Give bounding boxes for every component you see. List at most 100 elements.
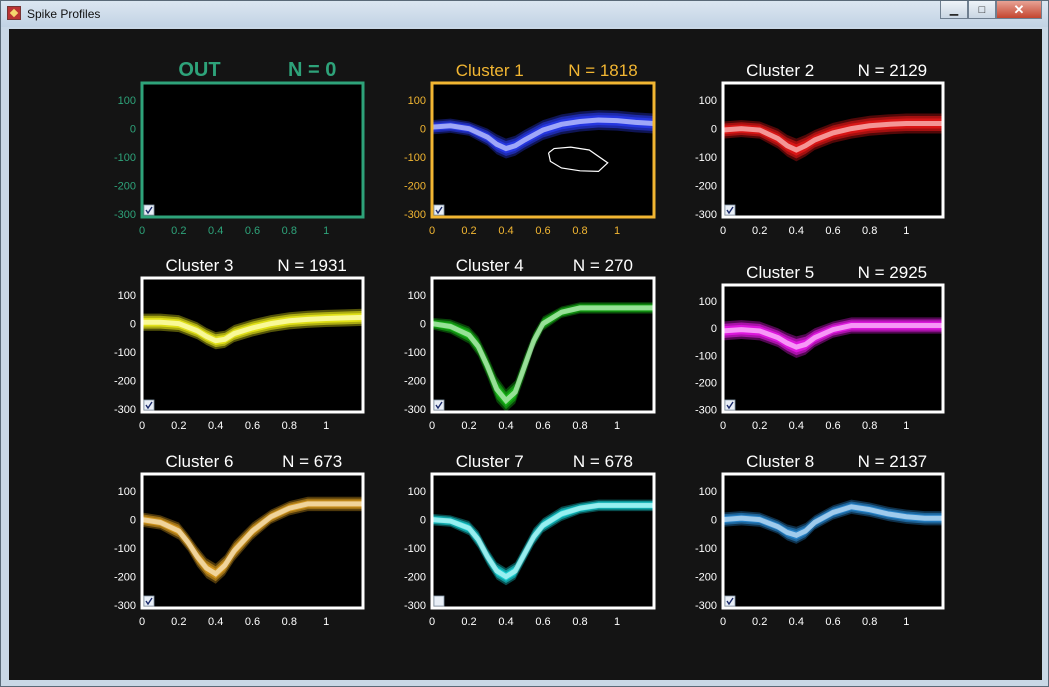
- axes-background[interactable]: [723, 285, 943, 412]
- x-tick-label: 0.8: [862, 420, 877, 432]
- y-tick-label: -100: [114, 152, 136, 164]
- visibility-checkbox[interactable]: [433, 204, 445, 216]
- cluster-count: N = 2925: [858, 263, 927, 282]
- y-tick-label: -100: [114, 347, 136, 359]
- x-tick-label: 0.8: [282, 225, 297, 237]
- y-tick-label: 100: [408, 290, 426, 302]
- y-tick-label: -300: [695, 209, 717, 221]
- y-tick-label: -300: [404, 209, 426, 221]
- cluster-title: Cluster 5: [746, 263, 814, 282]
- x-tick-label: 0.4: [208, 616, 223, 628]
- y-tick-label: 0: [130, 124, 136, 136]
- y-tick-label: 0: [130, 319, 136, 331]
- cluster-title: Cluster 2: [746, 61, 814, 80]
- y-tick-label: 100: [118, 486, 136, 498]
- title-bar[interactable]: Spike Profiles ▁ □ ✕: [1, 1, 1048, 27]
- x-tick-label: 0.2: [752, 616, 767, 628]
- cluster-title: Cluster 4: [456, 256, 524, 275]
- x-tick-label: 0.8: [862, 225, 877, 237]
- x-tick-label: 0.4: [208, 420, 223, 432]
- axes-background[interactable]: [432, 474, 654, 608]
- visibility-checkbox[interactable]: [724, 204, 736, 216]
- y-tick-label: -200: [114, 181, 136, 193]
- minimize-button[interactable]: ▁: [940, 1, 968, 19]
- y-tick-label: 100: [699, 296, 717, 308]
- cluster-panel: 1000-100-200-3000 0.2 0.4 0.6 0.8 1Cluster 1N…: [404, 61, 656, 237]
- y-tick-label: 0: [420, 124, 426, 136]
- x-tick-label: 1: [614, 616, 620, 628]
- app-window: Spike Profiles ▁ □ ✕ 100 0 -100 -200 -300 0 0.…: [0, 0, 1049, 687]
- y-tick-label: -200: [695, 377, 717, 389]
- cluster-count: N = 2137: [858, 452, 927, 471]
- window-controls: ▁ □ ✕: [940, 1, 1042, 21]
- cluster-panel: 1000-100-200-3000 0.2 0.4 0.6 0.8 1Cluster 8N…: [695, 452, 945, 628]
- axes-background[interactable]: [723, 474, 943, 608]
- visibility-checkbox[interactable]: [433, 595, 445, 607]
- axes-background[interactable]: [142, 474, 363, 608]
- x-tick-label: 0.4: [208, 225, 223, 237]
- x-tick-label: 0: [139, 420, 145, 432]
- y-tick-label: -200: [695, 181, 717, 193]
- x-tick-label: 0.2: [171, 225, 186, 237]
- axes-background[interactable]: [142, 83, 363, 217]
- cluster-count: N = 2129: [858, 61, 927, 80]
- x-tick-label: 0.2: [461, 616, 476, 628]
- x-tick-label: 1: [614, 420, 620, 432]
- x-tick-label: 0.6: [825, 420, 840, 432]
- y-tick-label: -300: [114, 600, 136, 612]
- y-tick-label: -200: [404, 181, 426, 193]
- y-tick-label: -100: [404, 543, 426, 555]
- cluster-panel: 1000-100-200-3000 0.2 0.4 0.6 0.8 1Cluster 2N…: [695, 61, 945, 237]
- y-tick-label: -100: [114, 543, 136, 555]
- cluster-count: N = 678: [573, 452, 633, 471]
- cluster-panel: 1000-100-200-3000 0.2 0.4 0.6 0.8 1Cluster 4N…: [404, 256, 656, 432]
- axes-background[interactable]: [723, 83, 943, 217]
- y-tick-label: -300: [114, 209, 136, 221]
- y-tick-label: 100: [408, 95, 426, 107]
- cluster-title: Cluster 7: [456, 452, 524, 471]
- x-tick-label: 0.2: [752, 225, 767, 237]
- x-tick-label: 0.6: [535, 225, 550, 237]
- y-tick-label: -200: [114, 572, 136, 584]
- x-tick-label: 0.2: [461, 225, 476, 237]
- axes-background[interactable]: [432, 278, 654, 412]
- x-tick-label: 1: [614, 225, 620, 237]
- visibility-checkbox[interactable]: [143, 399, 155, 411]
- y-tick-label: 0: [711, 124, 717, 136]
- visibility-checkbox[interactable]: [433, 399, 445, 411]
- x-tick-label: 0.6: [825, 225, 840, 237]
- x-tick-label: 0.2: [461, 420, 476, 432]
- y-tick-label: -100: [404, 347, 426, 359]
- x-tick-label: 0.4: [789, 225, 804, 237]
- y-tick-label: 100: [118, 290, 136, 302]
- y-tick-label: -100: [695, 350, 717, 362]
- visibility-checkbox[interactable]: [724, 399, 736, 411]
- visibility-checkbox[interactable]: [724, 595, 736, 607]
- y-tick-label: 100: [699, 95, 717, 107]
- x-tick-label: 0.2: [752, 420, 767, 432]
- x-tick-label: 0.8: [282, 616, 297, 628]
- maximize-button[interactable]: □: [968, 1, 996, 19]
- x-tick-label: 0.6: [825, 616, 840, 628]
- y-tick-label: 0: [130, 515, 136, 527]
- cluster-count: N = 0: [288, 59, 336, 81]
- visibility-checkbox[interactable]: [143, 595, 155, 607]
- x-tick-label: 0.8: [282, 420, 297, 432]
- visibility-checkbox[interactable]: [143, 204, 155, 216]
- y-tick-label: -100: [695, 152, 717, 164]
- x-tick-label: 0.6: [245, 225, 260, 237]
- y-tick-label: -100: [695, 543, 717, 555]
- axes-background[interactable]: [432, 83, 654, 217]
- close-button[interactable]: ✕: [996, 1, 1042, 19]
- cluster-panel: 1000-100-200-3000 0.2 0.4 0.6 0.8 1Cluster 5N…: [695, 263, 945, 432]
- y-tick-label: -200: [114, 376, 136, 388]
- axes-background[interactable]: [142, 278, 363, 412]
- cluster-title: Cluster 8: [746, 452, 814, 471]
- x-tick-label: 0.2: [171, 616, 186, 628]
- y-tick-label: 100: [118, 95, 136, 107]
- cluster-title: Cluster 6: [165, 452, 233, 471]
- x-tick-label: 0.8: [862, 616, 877, 628]
- x-tick-label: 0.4: [789, 616, 804, 628]
- x-tick-label: 1: [323, 225, 329, 237]
- x-tick-label: 0: [139, 225, 145, 237]
